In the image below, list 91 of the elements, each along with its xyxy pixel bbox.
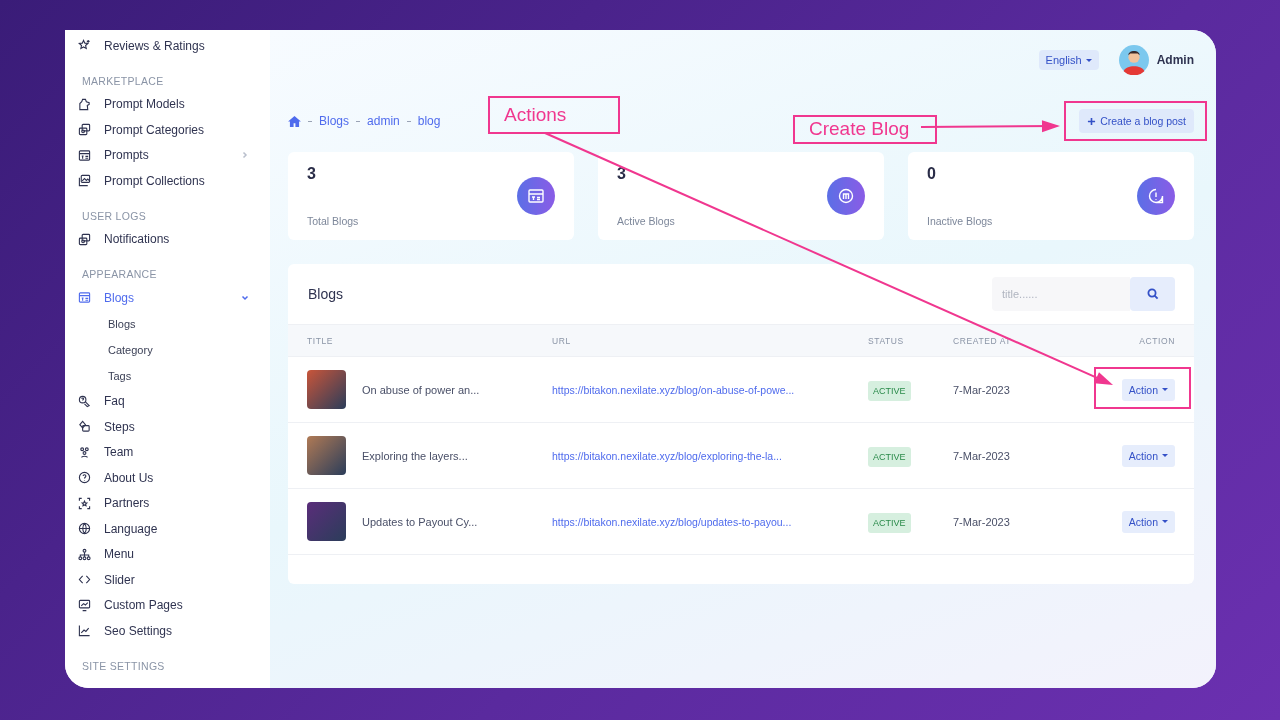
- table-icon: [78, 148, 91, 162]
- sidebar-item[interactable]: Team: [78, 439, 270, 465]
- section-heading: MARKETPLACE: [82, 73, 165, 88]
- table-title: Blogs: [308, 286, 344, 302]
- post-url-link[interactable]: https://bitakon.nexilate.xyz/blog/exploring-the-la...: [552, 449, 868, 462]
- action-dropdown[interactable]: Action: [1121, 378, 1175, 401]
- annotation-label: Actions: [488, 96, 620, 134]
- photo-placeholder: [307, 502, 346, 541]
- create-post-button[interactable]: Create a blog post: [1079, 109, 1194, 133]
- sidebar-item[interactable]: Menu: [78, 541, 270, 567]
- sidebar-item[interactable]: Prompt Collections: [78, 168, 270, 194]
- stat-label: Active Blogs: [617, 215, 675, 227]
- column-header: STATUS: [868, 335, 905, 346]
- section-heading: USER LOGS: [82, 208, 147, 223]
- sidebar-item[interactable]: Prompt Models: [78, 91, 270, 117]
- column-header: URL: [552, 335, 572, 346]
- created-date: 7-Mar-2023: [953, 383, 1011, 396]
- status-badge: ACTIVE: [868, 380, 911, 401]
- photo-placeholder: [307, 436, 346, 475]
- action-dropdown[interactable]: Action: [1121, 510, 1175, 533]
- post-title: Exploring the layers...: [362, 449, 468, 462]
- help-icon: [78, 471, 91, 485]
- section-heading: SITE SETTINGS: [82, 658, 166, 673]
- alert-icon: [1137, 177, 1175, 215]
- question-icon: [78, 394, 91, 408]
- badge-icon: [827, 177, 865, 215]
- sidebar-item[interactable]: Notifications: [78, 226, 270, 252]
- post-url-link[interactable]: https://bitakon.nexilate.xyz/blog/updates-to-payou...: [552, 515, 868, 528]
- separator-dash: [406, 120, 411, 122]
- search-field[interactable]: title......: [992, 277, 1130, 311]
- sidebar-item[interactable]: About Us: [78, 465, 270, 491]
- sidebar-subitem[interactable]: Category: [78, 336, 270, 363]
- column-header: TITLE: [307, 335, 335, 346]
- monitor-icon: [78, 598, 91, 612]
- sidebar-item[interactable]: Steps: [78, 414, 270, 440]
- stat-value: 3: [307, 165, 317, 183]
- status-badge: ACTIVE: [868, 446, 911, 467]
- sidebar-item[interactable]: Prompt Categories: [78, 117, 270, 143]
- created-date: 7-Mar-2023: [953, 515, 1011, 528]
- sidebar-item[interactable]: Reviews & Ratings: [78, 33, 270, 59]
- chart-icon: [78, 624, 91, 638]
- annotation-label: Create Blog: [793, 115, 937, 144]
- stat-value: 0: [927, 165, 937, 183]
- created-date: 7-Mar-2023: [953, 449, 1011, 462]
- post-url-link[interactable]: https://bitakon.nexilate.xyz/blog/on-abuse-of-powe...: [552, 383, 868, 396]
- sidebar-item[interactable]: Prompts: [78, 142, 270, 168]
- action-dropdown[interactable]: Action: [1121, 444, 1175, 467]
- puzzle-icon: [78, 97, 91, 111]
- separator-dash: [356, 120, 361, 122]
- shapes-icon: [78, 420, 91, 434]
- language-dropdown[interactable]: English: [1038, 50, 1099, 70]
- separator-dash: [308, 120, 312, 122]
- post-title: Updates to Payout Cy...: [362, 515, 478, 528]
- table-icon: [517, 177, 555, 215]
- layers-icon: [78, 232, 91, 246]
- people-icon: [78, 445, 91, 459]
- sidebar-subitem[interactable]: Tags: [78, 362, 270, 389]
- caret-icon: [1085, 58, 1092, 62]
- breadcrumb-link[interactable]: admin: [367, 114, 400, 128]
- sidebar-subitem[interactable]: Blogs: [78, 310, 270, 337]
- column-header: ACTION: [1139, 335, 1175, 346]
- sidebar-item[interactable]: Partners: [78, 490, 270, 516]
- search-icon: [1146, 288, 1159, 300]
- sidebar-item[interactable]: Custom Pages: [78, 592, 270, 618]
- home-icon[interactable]: [288, 115, 301, 127]
- section-heading: APPEARANCE: [82, 267, 158, 281]
- sidebar-item[interactable]: Blogs: [78, 285, 270, 311]
- caret-icon: [1162, 388, 1168, 391]
- status-badge: ACTIVE: [868, 512, 911, 533]
- sidebar-item[interactable]: Seo Settings: [78, 618, 270, 644]
- sidebar-item[interactable]: Slider: [78, 567, 270, 593]
- breadcrumb-link[interactable]: Blogs: [319, 114, 350, 128]
- sitemap-icon: [78, 547, 91, 561]
- stat-label: Inactive Blogs: [927, 215, 993, 227]
- post-title: On abuse of power an...: [362, 383, 480, 396]
- avatar-icon[interactable]: [1118, 45, 1149, 75]
- images-icon: [78, 174, 91, 188]
- partners-icon: [78, 496, 91, 510]
- caret-icon: [1162, 454, 1168, 457]
- breadcrumb-link[interactable]: blog: [417, 114, 441, 128]
- sidebar-item[interactable]: Faq: [78, 388, 270, 414]
- plus-icon: [1087, 116, 1097, 126]
- search-button[interactable]: [1130, 277, 1175, 311]
- caret-icon: [1162, 520, 1168, 523]
- globe-icon: [78, 522, 91, 536]
- sidebar-item[interactable]: Language: [78, 516, 270, 542]
- layers-icon: [78, 123, 91, 137]
- user-name[interactable]: Admin: [1156, 53, 1194, 67]
- stat-label: Total Blogs: [307, 215, 359, 227]
- table-icon: [78, 291, 91, 305]
- photo-placeholder: [307, 370, 346, 409]
